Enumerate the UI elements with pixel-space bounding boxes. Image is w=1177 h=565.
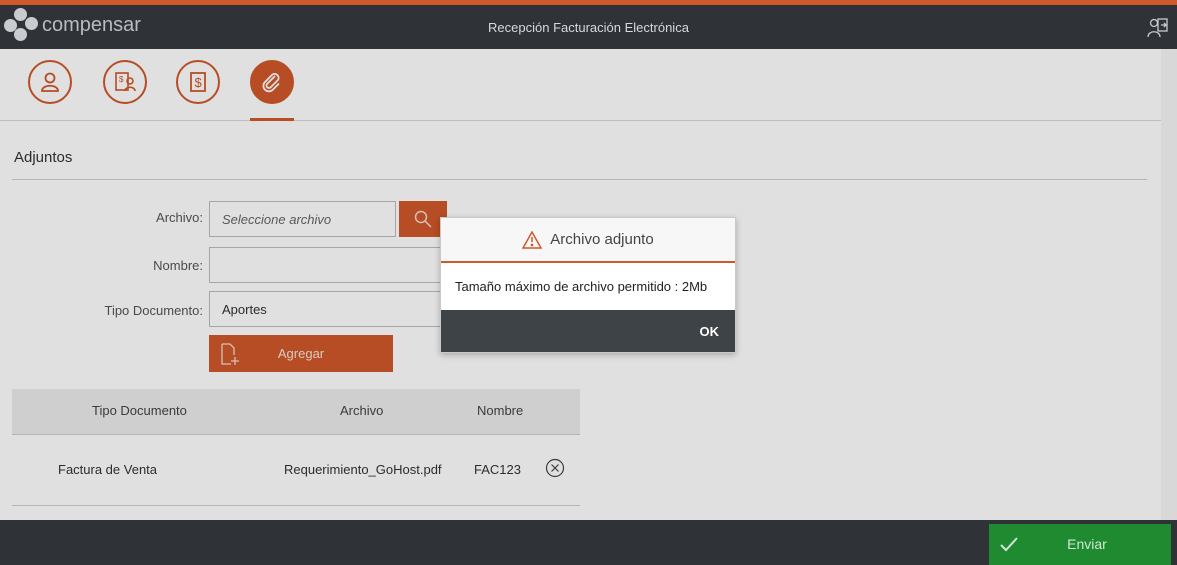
step-invoice-user[interactable]: $ bbox=[103, 60, 147, 104]
name-input[interactable] bbox=[209, 247, 447, 283]
user-icon bbox=[41, 72, 59, 92]
column-header: Nombre bbox=[477, 403, 524, 418]
column-header: Tipo Documento bbox=[92, 403, 187, 418]
step-user[interactable] bbox=[28, 60, 72, 104]
dollar-document-icon: $ bbox=[190, 72, 206, 92]
dialog-header: Archivo adjunto bbox=[441, 218, 735, 263]
dialog-footer: OK bbox=[441, 310, 735, 352]
row-archivo: Requerimiento_GoHost.pdf bbox=[284, 462, 442, 477]
svg-text:$: $ bbox=[119, 75, 124, 84]
table-header: Tipo Documento Archivo Nombre bbox=[12, 389, 580, 435]
file-input[interactable]: Seleccione archivo bbox=[209, 201, 396, 237]
add-button[interactable]: Agregar bbox=[209, 335, 393, 372]
warning-icon bbox=[522, 230, 543, 249]
invoice-user-icon: $ bbox=[115, 72, 136, 92]
attachments-table: Tipo Documento Archivo Nombre Factura de… bbox=[12, 389, 580, 506]
svg-text:$: $ bbox=[195, 75, 203, 90]
send-button[interactable]: Enviar bbox=[989, 524, 1171, 565]
archivo-label: Archivo: bbox=[156, 210, 203, 225]
table-row: Factura de Venta Requerimiento_GoHost.pd… bbox=[12, 435, 580, 506]
paperclip-icon bbox=[262, 73, 280, 93]
steps-bar: $ $ bbox=[0, 49, 1161, 121]
row-nombre: FAC123 bbox=[474, 462, 521, 477]
row-tipo: Factura de Venta bbox=[58, 462, 158, 477]
remove-row-button[interactable] bbox=[545, 458, 565, 478]
add-button-label: Agregar bbox=[277, 346, 325, 361]
top-bar: compensar Recepción Facturación Electrón… bbox=[0, 0, 1177, 49]
nombre-label: Nombre: bbox=[153, 258, 203, 273]
send-button-label: Enviar bbox=[1067, 536, 1107, 552]
column-header: Archivo bbox=[340, 403, 384, 418]
scrollbar[interactable] bbox=[1161, 49, 1177, 520]
document-type-select[interactable]: Aportes bbox=[209, 291, 447, 327]
logout-icon[interactable] bbox=[1147, 17, 1169, 39]
divider bbox=[12, 179, 1147, 180]
app-title: Recepción Facturación Electrónica bbox=[488, 20, 689, 35]
step-attachments[interactable] bbox=[250, 60, 294, 104]
step-dollar-document[interactable]: $ bbox=[176, 60, 220, 104]
search-icon bbox=[414, 210, 432, 228]
ok-button[interactable]: OK bbox=[700, 324, 720, 339]
close-circle-icon bbox=[545, 458, 565, 478]
tipo-documento-label: Tipo Documento: bbox=[104, 303, 203, 318]
dialog-title: Archivo adjunto bbox=[550, 231, 654, 248]
active-step-indicator bbox=[250, 118, 294, 121]
section-title: Adjuntos bbox=[14, 149, 73, 166]
alert-dialog: Archivo adjunto Tamaño máximo de archivo… bbox=[440, 217, 736, 353]
dialog-message: Tamaño máximo de archivo permitido : 2Mb bbox=[455, 279, 708, 294]
